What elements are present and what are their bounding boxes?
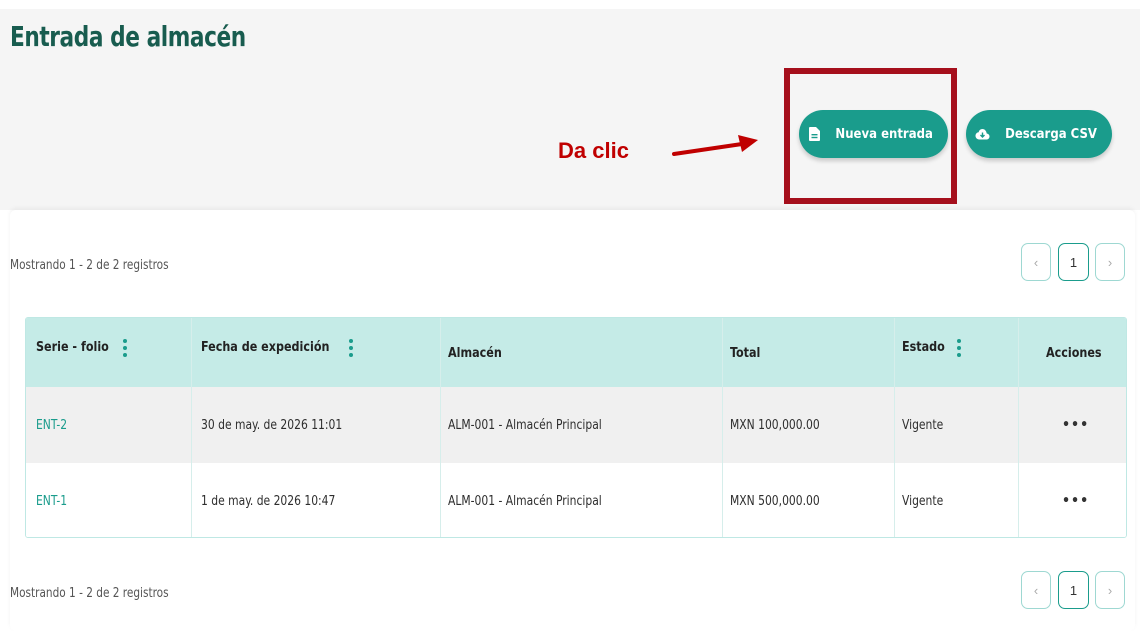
download-csv-label: Descarga CSV: [1005, 126, 1098, 142]
page-title: Entrada de almacén: [10, 20, 246, 53]
document-icon: [808, 127, 820, 141]
pagination-next-button[interactable]: ›: [1095, 243, 1125, 281]
row-actions-menu-icon[interactable]: •••: [1062, 387, 1089, 463]
records-count-top: Mostrando 1 - 2 de 2 registros: [10, 258, 169, 273]
pagination-page-button[interactable]: 1: [1058, 571, 1089, 609]
annotation-arrow-icon: [672, 135, 758, 156]
entries-table: Serie - folio Fecha de expedición Almacé…: [25, 317, 1127, 538]
row-fecha: 30 de may. de 2026 11:01: [201, 417, 343, 433]
pagination-prev-button[interactable]: ‹: [1021, 571, 1051, 609]
pagination-top: ‹ 1 ›: [1021, 243, 1125, 281]
column-divider: [894, 318, 895, 537]
row-total: MXN 500,000.00: [730, 493, 820, 509]
column-header-serie-folio[interactable]: Serie - folio: [36, 318, 128, 387]
row-total: MXN 100,000.00: [730, 417, 820, 433]
column-sort-icon[interactable]: [123, 339, 128, 357]
column-divider: [191, 318, 192, 537]
column-header-almacen: Almacén: [448, 344, 502, 361]
row-fecha: 1 de may. de 2026 10:47: [201, 493, 336, 509]
row-almacen: ALM-001 - Almacén Principal: [448, 417, 602, 433]
row-estado: Vigente: [902, 417, 944, 433]
column-divider: [440, 318, 441, 537]
column-header-acciones: Acciones: [1046, 344, 1102, 361]
pagination-page-button[interactable]: 1: [1058, 243, 1089, 281]
new-entry-label: Nueva entrada: [835, 126, 933, 142]
pagination-prev-button[interactable]: ‹: [1021, 243, 1051, 281]
row-almacen: ALM-001 - Almacén Principal: [448, 493, 602, 509]
cloud-download-icon: [975, 128, 990, 139]
row-folio-link[interactable]: ENT-1: [36, 463, 70, 537]
new-entry-button[interactable]: Nueva entrada: [799, 110, 948, 158]
column-header-fecha[interactable]: Fecha de expedición: [201, 318, 353, 387]
row-estado: Vigente: [902, 493, 944, 509]
column-sort-icon[interactable]: [348, 339, 353, 357]
row-folio-link[interactable]: ENT-2: [36, 387, 70, 463]
row-actions-menu-icon[interactable]: •••: [1062, 463, 1089, 537]
download-csv-button[interactable]: Descarga CSV: [966, 110, 1112, 158]
column-sort-icon[interactable]: [956, 339, 961, 357]
pagination-bottom: ‹ 1 ›: [1021, 571, 1125, 609]
column-divider: [722, 318, 723, 537]
annotation-label: Da clic: [558, 138, 629, 163]
column-header-estado[interactable]: Estado: [902, 318, 961, 387]
pagination-next-button[interactable]: ›: [1095, 571, 1125, 609]
column-header-total: Total: [730, 344, 761, 361]
records-count-bottom: Mostrando 1 - 2 de 2 registros: [10, 586, 169, 601]
column-divider: [1018, 318, 1019, 537]
